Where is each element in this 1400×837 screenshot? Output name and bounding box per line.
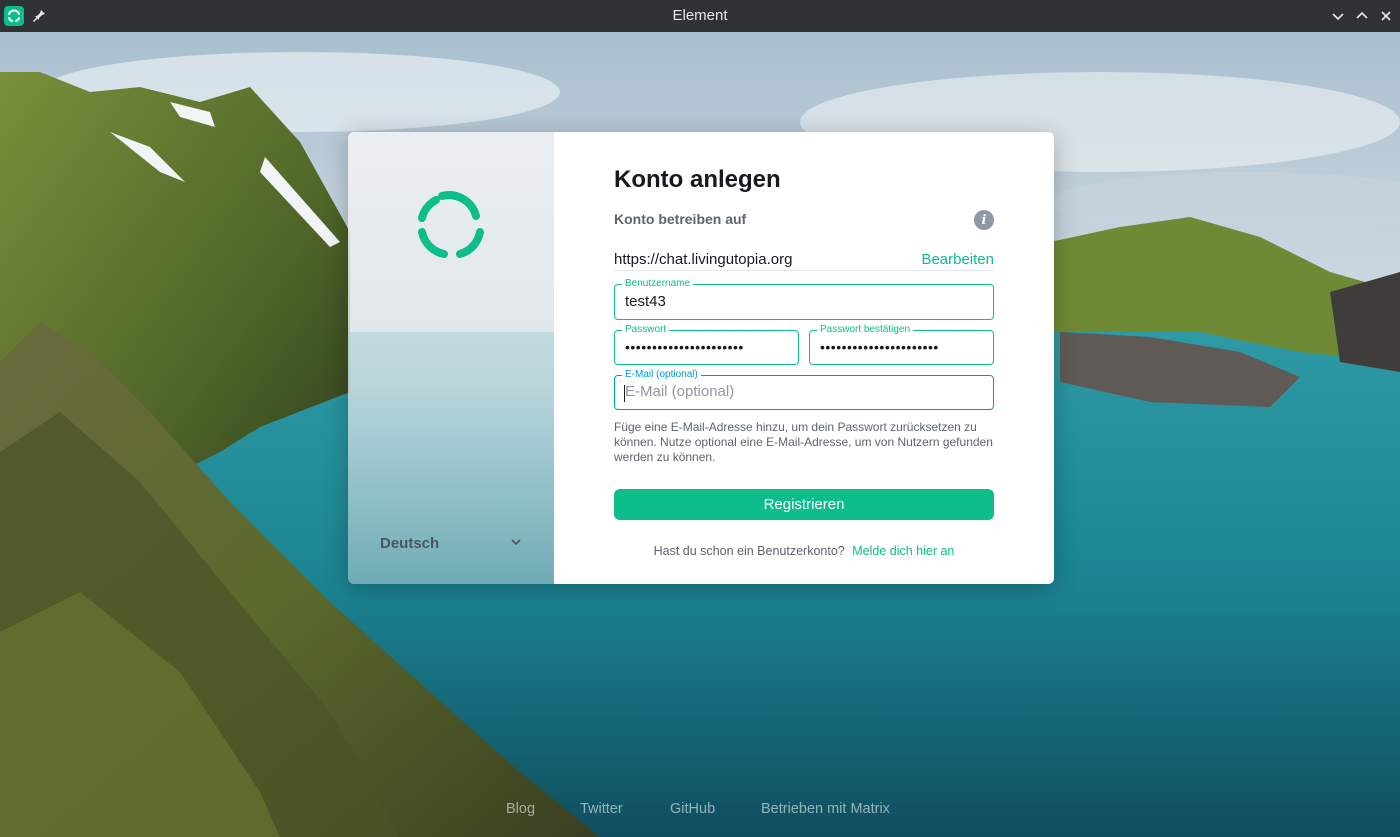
login-prompt: Hast du schon ein Benutzerkonto? (653, 544, 845, 558)
minimize-icon[interactable] (1328, 6, 1348, 26)
footer-link-blog[interactable]: Blog (506, 801, 535, 817)
password-confirm-label: Passwort bestätigen (817, 324, 914, 336)
username-label: Benutzername (622, 278, 694, 290)
window-titlebar: Element (0, 0, 1400, 32)
username-field[interactable]: Benutzername test43 (614, 278, 994, 320)
language-selector[interactable]: Deutsch (380, 532, 522, 554)
info-icon[interactable]: i (974, 210, 994, 230)
login-link[interactable]: Melde dich hier an (852, 544, 954, 558)
footer-link-matrix[interactable]: Betrieben mit Matrix (761, 801, 890, 817)
chevron-down-icon (510, 535, 522, 552)
edit-server-button[interactable]: Bearbeiten (921, 251, 994, 268)
password-label: Passwort (622, 324, 670, 336)
server-url: https://chat.livingutopia.org (614, 251, 793, 268)
server-label: Konto betreiben auf (614, 211, 747, 227)
dialog-sidebar: Deutsch (348, 132, 554, 584)
element-logo-icon (412, 186, 490, 264)
window-title: Element (672, 7, 728, 24)
username-value: test43 (625, 293, 666, 310)
login-prompt-row: Hast du schon ein Benutzerkonto? Melde d… (614, 544, 994, 558)
dialog-form-panel: Konto anlegen Konto betreiben auf i http… (554, 132, 1054, 584)
form-title: Konto anlegen (614, 166, 781, 193)
password-field[interactable]: Passwort •••••••••••••••••••••• (614, 324, 799, 365)
email-help-text: Füge eine E-Mail-Adresse hinzu, um dein … (614, 420, 993, 464)
password-confirm-field[interactable]: Passwort bestätigen ••••••••••••••••••••… (809, 324, 994, 365)
email-field[interactable]: E-Mail (optional) (614, 369, 994, 410)
language-label: Deutsch (380, 534, 440, 552)
email-input[interactable] (625, 383, 975, 400)
password-confirm-value: •••••••••••••••••••••• (820, 339, 939, 355)
email-label: E-Mail (optional) (622, 369, 701, 381)
server-row: https://chat.livingutopia.org Bearbeiten (614, 250, 994, 271)
maximize-icon[interactable] (1352, 6, 1372, 26)
footer-link-github[interactable]: GitHub (670, 801, 715, 817)
registration-dialog: Deutsch Konto anlegen Konto betreiben au… (348, 132, 1054, 584)
footer-link-twitter[interactable]: Twitter (580, 801, 623, 817)
close-icon[interactable] (1376, 6, 1396, 26)
footer-links: Blog Twitter GitHub Betrieben mit Matrix (0, 801, 1400, 821)
text-caret (624, 385, 625, 402)
password-value: •••••••••••••••••••••• (625, 339, 744, 355)
register-button[interactable]: Registrieren (614, 489, 994, 520)
